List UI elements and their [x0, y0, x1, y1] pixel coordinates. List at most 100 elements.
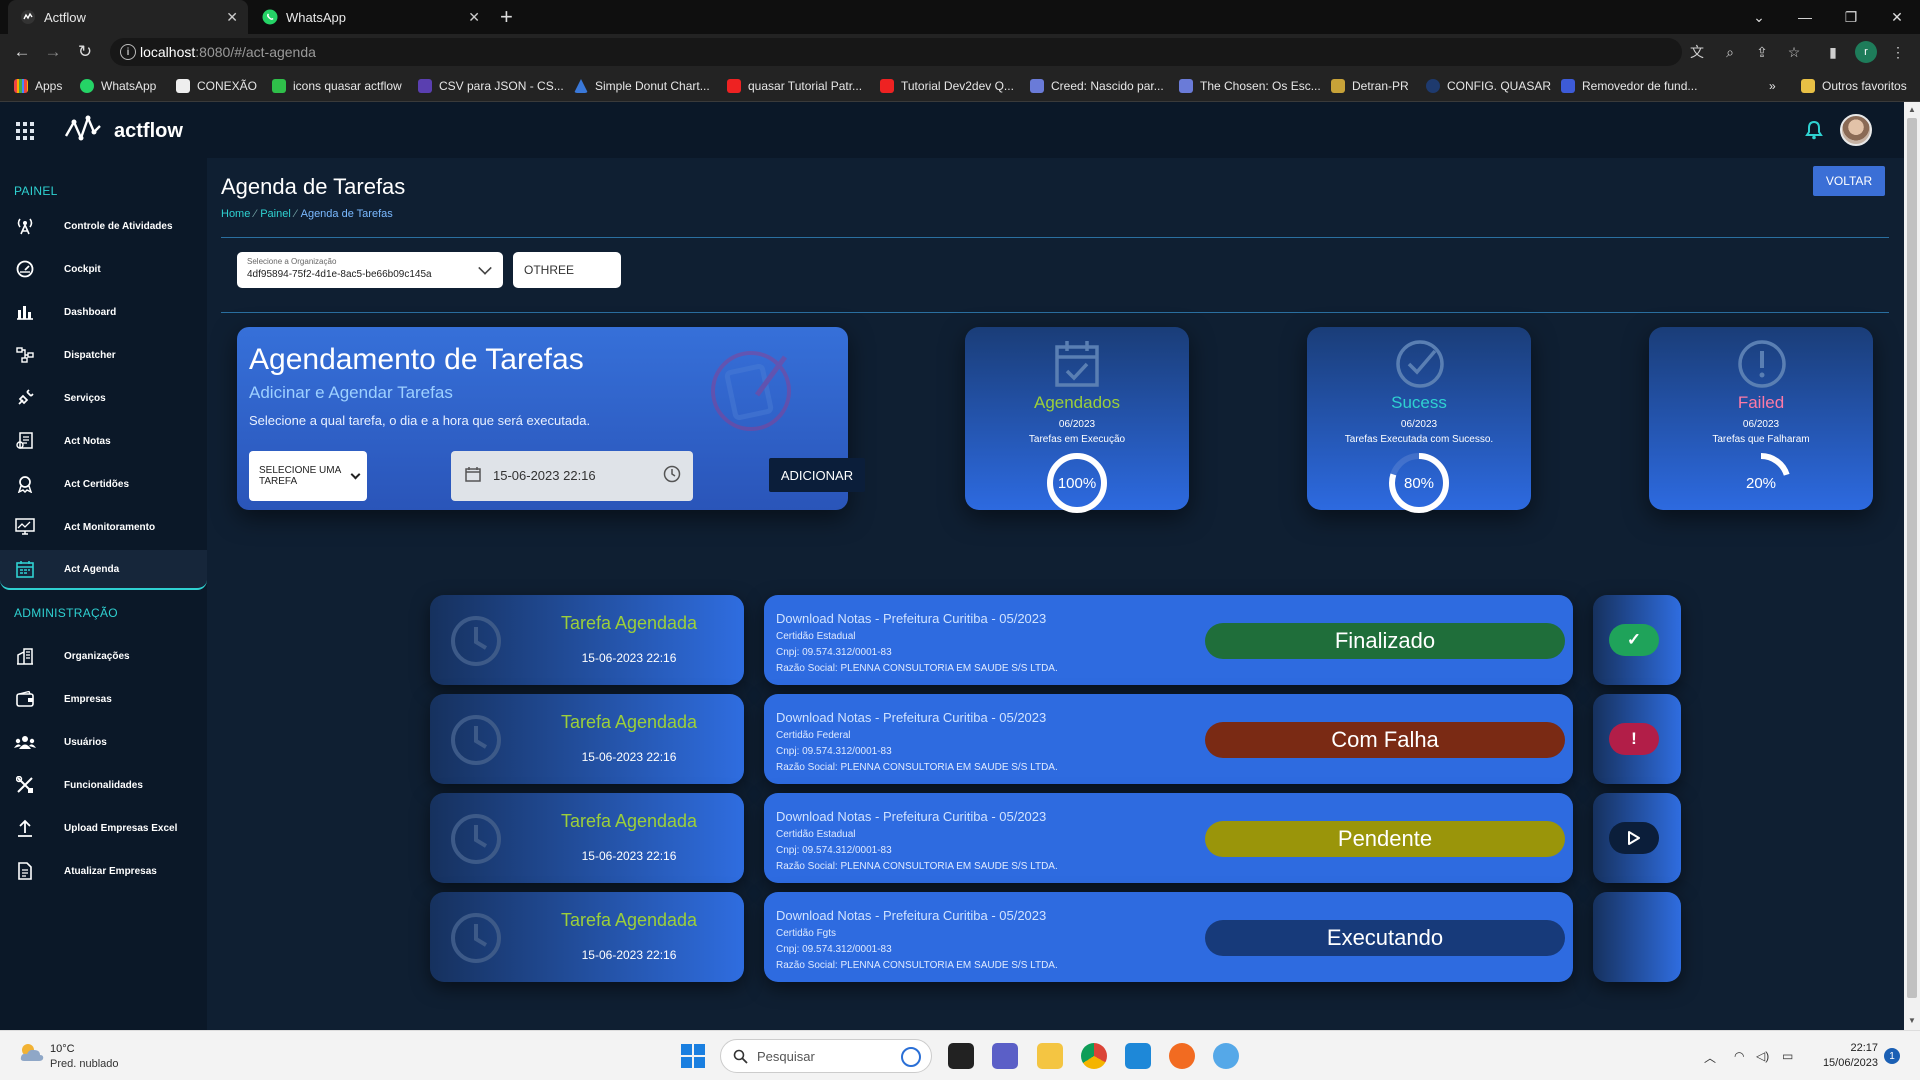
- url-field[interactable]: localhost:8080/#/act-agenda: [110, 38, 1682, 66]
- sidebar-item-funcionalidades[interactable]: Funcionalidades: [0, 765, 207, 805]
- tab-actflow[interactable]: Actflow ✕: [8, 0, 248, 34]
- check-icon[interactable]: ✓: [1609, 624, 1659, 656]
- minimize-icon[interactable]: —: [1782, 0, 1828, 34]
- sidebar-item-empresas[interactable]: Empresas: [0, 679, 207, 719]
- bookmark-dev2dev[interactable]: Tutorial Dev2dev Q...: [880, 70, 1014, 102]
- sidebar-item-usuarios[interactable]: Usuários: [0, 722, 207, 762]
- clock-date: 15/06/2023: [1822, 1057, 1878, 1069]
- breadcrumb-painel[interactable]: Painel: [260, 208, 291, 220]
- weather-cloud-icon[interactable]: [18, 1041, 46, 1070]
- wifi-icon[interactable]: ◠: [1734, 1049, 1744, 1063]
- bookmark-icons-quasar[interactable]: icons quasar actflow: [272, 70, 402, 102]
- bookmark-donut-chart[interactable]: Simple Donut Chart...: [574, 70, 710, 102]
- sidebar-item-servicos[interactable]: Serviços: [0, 378, 207, 418]
- stat-card-agendados: Agendados 06/2023 Tarefas em Execução 10…: [965, 327, 1189, 513]
- tab-search-chevron-icon[interactable]: ⌄: [1736, 0, 1782, 34]
- share-icon[interactable]: ⇪: [1752, 42, 1772, 62]
- task-card-title: Tarefa Agendada: [560, 910, 698, 930]
- task-view-icon[interactable]: [948, 1043, 974, 1069]
- globe-app-icon[interactable]: [1213, 1043, 1239, 1069]
- new-tab-icon[interactable]: +: [500, 4, 513, 30]
- site-info-icon[interactable]: i: [120, 44, 136, 60]
- upload-icon: [14, 817, 36, 839]
- file-explorer-icon[interactable]: [1037, 1043, 1063, 1069]
- speaker-icon[interactable]: ◁): [1756, 1049, 1769, 1063]
- scroll-down-icon[interactable]: ▼: [1908, 1016, 1916, 1025]
- bookmarks-overflow[interactable]: »: [1769, 70, 1776, 102]
- taskbar-search[interactable]: Pesquisar: [720, 1039, 932, 1073]
- bookmark-csv-json[interactable]: CSV para JSON - CS...: [418, 70, 564, 102]
- calendar-icon[interactable]: [465, 466, 481, 485]
- bell-icon[interactable]: [1805, 120, 1823, 145]
- apps-menu-icon[interactable]: [16, 122, 34, 140]
- stat-card-failed: Failed 06/2023 Tarefas que Falharam 20%: [1649, 327, 1873, 513]
- bookmark-apps[interactable]: Apps: [14, 70, 62, 102]
- bookmark-config-quasar[interactable]: CONFIG. QUASAR: [1426, 70, 1551, 102]
- divider: [221, 237, 1889, 238]
- chrome-icon[interactable]: [1081, 1043, 1107, 1069]
- notification-badge[interactable]: 1: [1884, 1048, 1900, 1064]
- zoom-icon[interactable]: ⌕: [1720, 42, 1740, 62]
- bookmark-label: quasar Tutorial Patr...: [748, 79, 863, 93]
- bookmark-creed[interactable]: Creed: Nascido par...: [1030, 70, 1164, 102]
- datetime-field[interactable]: 15-06-2023 22:16: [451, 451, 693, 501]
- side-panel-icon[interactable]: ▮: [1823, 42, 1843, 62]
- play-icon[interactable]: [1609, 822, 1659, 854]
- profile-avatar[interactable]: r: [1855, 41, 1877, 63]
- bookmark-removedor[interactable]: Removedor de fund...: [1561, 70, 1697, 102]
- exclamation-icon[interactable]: !: [1609, 723, 1659, 755]
- bookmark-conexao[interactable]: CONEXÃO: [176, 70, 257, 102]
- add-task-button[interactable]: ADICIONAR: [769, 458, 865, 492]
- page-icon: [1561, 79, 1575, 93]
- teams-icon[interactable]: [992, 1043, 1018, 1069]
- voltar-button[interactable]: VOLTAR: [1813, 166, 1885, 196]
- menu-kebab-icon[interactable]: ⋮: [1888, 42, 1908, 62]
- translate-icon[interactable]: 文: [1687, 42, 1707, 62]
- user-avatar[interactable]: [1840, 114, 1872, 146]
- reload-icon[interactable]: ↻: [75, 42, 95, 62]
- close-tab-icon[interactable]: ✕: [468, 9, 480, 26]
- system-clock[interactable]: 22:17 15/06/2023: [1790, 1041, 1878, 1071]
- sidebar-item-dispatcher[interactable]: Dispatcher: [0, 335, 207, 375]
- sidebar-item-act-certidoes[interactable]: Act Certidões: [0, 464, 207, 504]
- sidebar-item-organizacoes[interactable]: Organizações: [0, 636, 207, 676]
- forward-icon[interactable]: →: [43, 42, 63, 62]
- sidebar-item-upload-empresas[interactable]: Upload Empresas Excel: [0, 808, 207, 848]
- restore-icon[interactable]: ❐: [1828, 0, 1874, 34]
- postman-icon[interactable]: [1169, 1043, 1195, 1069]
- sidebar-item-dashboard[interactable]: Dashboard: [0, 292, 207, 332]
- page-scrollbar[interactable]: ▲ ▼: [1904, 102, 1920, 1030]
- bookmark-other-favorites[interactable]: Outros favoritos: [1801, 70, 1907, 102]
- bookmark-whatsapp[interactable]: WhatsApp: [80, 70, 156, 102]
- scrollbar-thumb[interactable]: [1907, 118, 1917, 998]
- bookmarks-bar: Apps WhatsApp CONEXÃO icons quasar actfl…: [0, 70, 1920, 102]
- sidebar-item-cockpit[interactable]: Cockpit: [0, 249, 207, 289]
- bookmark-quasar-tutorial[interactable]: quasar Tutorial Patr...: [727, 70, 862, 102]
- sidebar-item-act-monitoramento[interactable]: Act Monitoramento: [0, 507, 207, 547]
- task-razao-social: Razão Social: PLENNA CONSULTORIA EM SAUD…: [776, 960, 1058, 971]
- organization-name-field[interactable]: OTHREE: [513, 252, 621, 288]
- sidebar-item-act-notas[interactable]: Act Notas: [0, 421, 207, 461]
- sidebar-item-controle-atividades[interactable]: Controle de Atividades: [0, 206, 207, 246]
- clock-icon[interactable]: [663, 465, 681, 486]
- breadcrumb-current: Agenda de Tarefas: [300, 208, 393, 220]
- sidebar-item-act-agenda[interactable]: Act Agenda: [0, 550, 207, 590]
- task-select[interactable]: SELECIONE UMA TAREFA: [249, 451, 367, 501]
- bookmark-detran[interactable]: Detran-PR: [1331, 70, 1409, 102]
- bookmark-the-chosen[interactable]: The Chosen: Os Esc...: [1179, 70, 1321, 102]
- tab-whatsapp[interactable]: WhatsApp ✕: [250, 0, 490, 34]
- sidebar-item-atualizar-empresas[interactable]: Atualizar Empresas: [0, 851, 207, 891]
- windows-start-icon[interactable]: [681, 1044, 705, 1068]
- close-window-icon[interactable]: ✕: [1874, 0, 1920, 34]
- back-icon[interactable]: ←: [12, 42, 32, 62]
- scroll-up-icon[interactable]: ▲: [1908, 105, 1916, 114]
- bookmark-star-icon[interactable]: ☆: [1784, 42, 1804, 62]
- users-icon: [14, 731, 36, 753]
- tray-chevron-icon[interactable]: ︿: [1704, 1049, 1716, 1066]
- organization-select[interactable]: Selecione a Organização 4df95894-75f2-4d…: [237, 252, 503, 288]
- breadcrumb-home[interactable]: Home: [221, 208, 250, 220]
- url-host: localhost: [140, 44, 196, 60]
- bing-icon[interactable]: [901, 1047, 921, 1067]
- close-tab-icon[interactable]: ✕: [226, 9, 238, 26]
- vscode-icon[interactable]: [1125, 1043, 1151, 1069]
